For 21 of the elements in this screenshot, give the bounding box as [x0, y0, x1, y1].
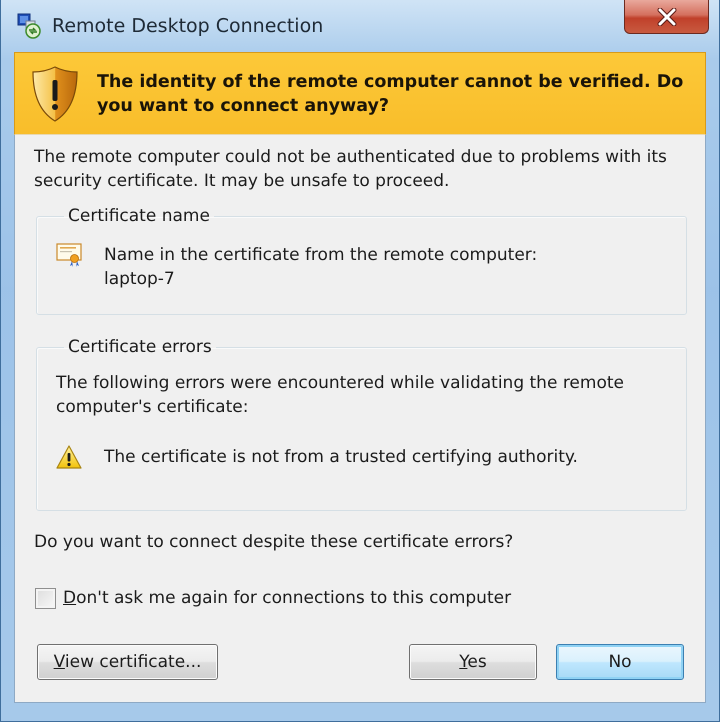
warning-heading: The identity of the remote computer cannot be verified. Do you want to connect anyway?: [97, 70, 684, 118]
warning-icon: [56, 445, 82, 469]
group-title: Certificate name: [67, 205, 211, 228]
window-title: Remote Desktop Connection: [52, 15, 324, 37]
close-button[interactable]: [624, 0, 709, 34]
remote-desktop-icon: [17, 13, 41, 39]
group-title: Certificate errors: [67, 336, 213, 359]
message-text: The remote computer could not be authenticated due to problems with its security certificate. It may be unsafe to proceed.: [34, 146, 668, 193]
dialog-button[interactable]: View certificate...: [37, 644, 218, 680]
errors-intro-text: The following errors were encountered while validating the remote computer's certificate:: [56, 372, 625, 419]
dialog-button[interactable]: No: [556, 644, 684, 680]
certificate-icon: [56, 243, 82, 267]
certificate-name-value: laptop-7: [104, 268, 176, 291]
certificate-name-label: Name in the certificate from the remote computer:: [104, 244, 538, 267]
certificate-error-text: The certificate is not from a trusted certifying authority.: [104, 446, 578, 469]
question-text: Do you want to connect despite these certificate errors?: [34, 531, 514, 554]
close-icon: [656, 8, 676, 26]
checkbox[interactable]: [35, 588, 56, 608]
dialog-button[interactable]: Yes: [409, 644, 537, 680]
checkbox-label[interactable]: Don't ask me again for connections to this computer: [63, 586, 512, 610]
shield-warning-icon: [32, 66, 78, 122]
